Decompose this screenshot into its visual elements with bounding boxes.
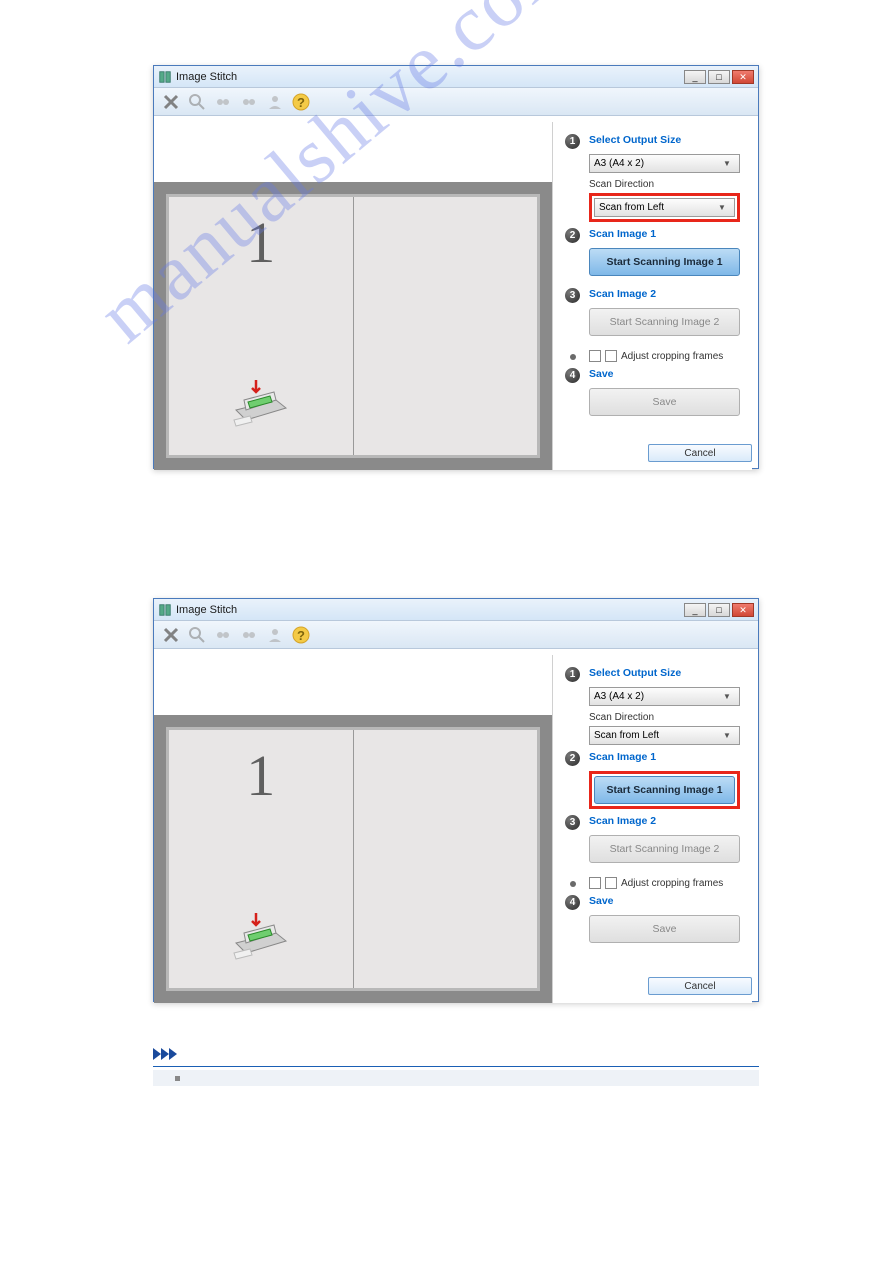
- output-size-value: A3 (A4 x 2): [594, 158, 644, 169]
- step-2-label: Scan Image 1: [589, 228, 656, 240]
- titlebar: Image Stitch _ □ ✕: [154, 66, 758, 88]
- highlight-scan-direction: Scan from Left ▼: [589, 193, 740, 222]
- page-number: 1: [246, 742, 275, 809]
- chevrons-icon: [153, 1048, 759, 1060]
- toolbar: ?: [154, 88, 758, 116]
- image-stitch-dialog-2: Image Stitch _ □ ✕ ? 1: [153, 598, 759, 1002]
- crop-checkbox-label: Adjust cropping frames: [621, 351, 723, 362]
- step-3-label: Scan Image 2: [589, 288, 656, 300]
- bullet-icon: [175, 1076, 180, 1081]
- start-scan-1-button[interactable]: Start Scanning Image 1: [589, 248, 740, 276]
- output-size-dropdown[interactable]: A3 (A4 x 2) ▼: [589, 154, 740, 173]
- step-3-badge: 3: [565, 815, 580, 830]
- step-2-badge: 2: [565, 228, 580, 243]
- divider: [153, 1066, 759, 1067]
- note-section: [153, 1048, 759, 1086]
- svg-text:?: ?: [297, 628, 305, 643]
- output-size-dropdown[interactable]: A3 (A4 x 2) ▼: [589, 687, 740, 706]
- scan-direction-label: Scan Direction: [589, 179, 740, 190]
- start-scan-1-button[interactable]: Start Scanning Image 1: [594, 776, 735, 804]
- note-box: [153, 1070, 759, 1086]
- step-1-label: Select Output Size: [589, 667, 681, 679]
- titlebar: Image Stitch _ □ ✕: [154, 599, 758, 621]
- step-2-label: Scan Image 1: [589, 751, 656, 763]
- magnifier-icon[interactable]: [186, 624, 208, 646]
- step-3-label: Scan Image 2: [589, 815, 656, 827]
- preview-area: 1: [154, 116, 552, 470]
- chevron-down-icon: ▼: [719, 731, 735, 740]
- rotate-left-icon[interactable]: [212, 624, 234, 646]
- chevron-down-icon: ▼: [714, 203, 730, 212]
- app-icon: [158, 70, 172, 84]
- output-size-value: A3 (A4 x 2): [594, 691, 644, 702]
- side-panel: 1 Select Output Size A3 (A4 x 2) ▼ Scan …: [552, 655, 752, 1003]
- close-button[interactable]: ✕: [732, 603, 754, 617]
- help-icon[interactable]: ?: [290, 624, 312, 646]
- step-1-badge: 1: [565, 134, 580, 149]
- step-dot: [570, 881, 576, 887]
- scanner-icon: [226, 903, 296, 963]
- start-scan-2-button: Start Scanning Image 2: [589, 308, 740, 336]
- rotate-left-icon[interactable]: [212, 91, 234, 113]
- titlebar-text: Image Stitch: [176, 71, 684, 83]
- app-icon: [158, 603, 172, 617]
- start-scan-2-button: Start Scanning Image 2: [589, 835, 740, 863]
- close-button[interactable]: ✕: [732, 70, 754, 84]
- step-4-label: Save: [589, 368, 614, 380]
- step-4-label: Save: [589, 895, 614, 907]
- chevron-down-icon: ▼: [719, 692, 735, 701]
- crop-checkbox-outer[interactable]: [589, 877, 601, 889]
- save-button: Save: [589, 915, 740, 943]
- rotate-right-icon[interactable]: [238, 91, 260, 113]
- cancel-button[interactable]: Cancel: [648, 444, 752, 462]
- scan-direction-dropdown[interactable]: Scan from Left ▼: [589, 726, 740, 745]
- svg-text:?: ?: [297, 95, 305, 110]
- preview-area: 1: [154, 649, 552, 1003]
- titlebar-text: Image Stitch: [176, 604, 684, 616]
- maximize-button[interactable]: □: [708, 70, 730, 84]
- step-dot: [570, 354, 576, 360]
- delete-icon[interactable]: [160, 624, 182, 646]
- chevron-down-icon: ▼: [719, 159, 735, 168]
- person-icon[interactable]: [264, 624, 286, 646]
- maximize-button[interactable]: □: [708, 603, 730, 617]
- image-stitch-dialog-1: Image Stitch _ □ ✕ ? 1: [153, 65, 759, 469]
- step-2-badge: 2: [565, 751, 580, 766]
- step-3-badge: 3: [565, 288, 580, 303]
- magnifier-icon[interactable]: [186, 91, 208, 113]
- help-icon[interactable]: ?: [290, 91, 312, 113]
- save-button: Save: [589, 388, 740, 416]
- rotate-right-icon[interactable]: [238, 624, 260, 646]
- minimize-button[interactable]: _: [684, 603, 706, 617]
- step-4-badge: 4: [565, 368, 580, 383]
- delete-icon[interactable]: [160, 91, 182, 113]
- crop-checkbox-inner[interactable]: [605, 877, 617, 889]
- scan-direction-value: Scan from Left: [594, 730, 659, 741]
- highlight-start-scan-1: Start Scanning Image 1: [589, 771, 740, 809]
- page-number: 1: [246, 209, 275, 276]
- cancel-button[interactable]: Cancel: [648, 977, 752, 995]
- person-icon[interactable]: [264, 91, 286, 113]
- crop-checkbox-label: Adjust cropping frames: [621, 878, 723, 889]
- scanner-icon: [226, 370, 296, 430]
- crop-checkbox-inner[interactable]: [605, 350, 617, 362]
- side-panel: 1 Select Output Size A3 (A4 x 2) ▼ Scan …: [552, 122, 752, 470]
- crop-checkbox-outer[interactable]: [589, 350, 601, 362]
- scan-direction-dropdown[interactable]: Scan from Left ▼: [594, 198, 735, 217]
- step-4-badge: 4: [565, 895, 580, 910]
- scan-direction-value: Scan from Left: [599, 202, 664, 213]
- minimize-button[interactable]: _: [684, 70, 706, 84]
- toolbar: ?: [154, 621, 758, 649]
- step-1-badge: 1: [565, 667, 580, 682]
- step-1-label: Select Output Size: [589, 134, 681, 146]
- scan-direction-label: Scan Direction: [589, 712, 740, 723]
